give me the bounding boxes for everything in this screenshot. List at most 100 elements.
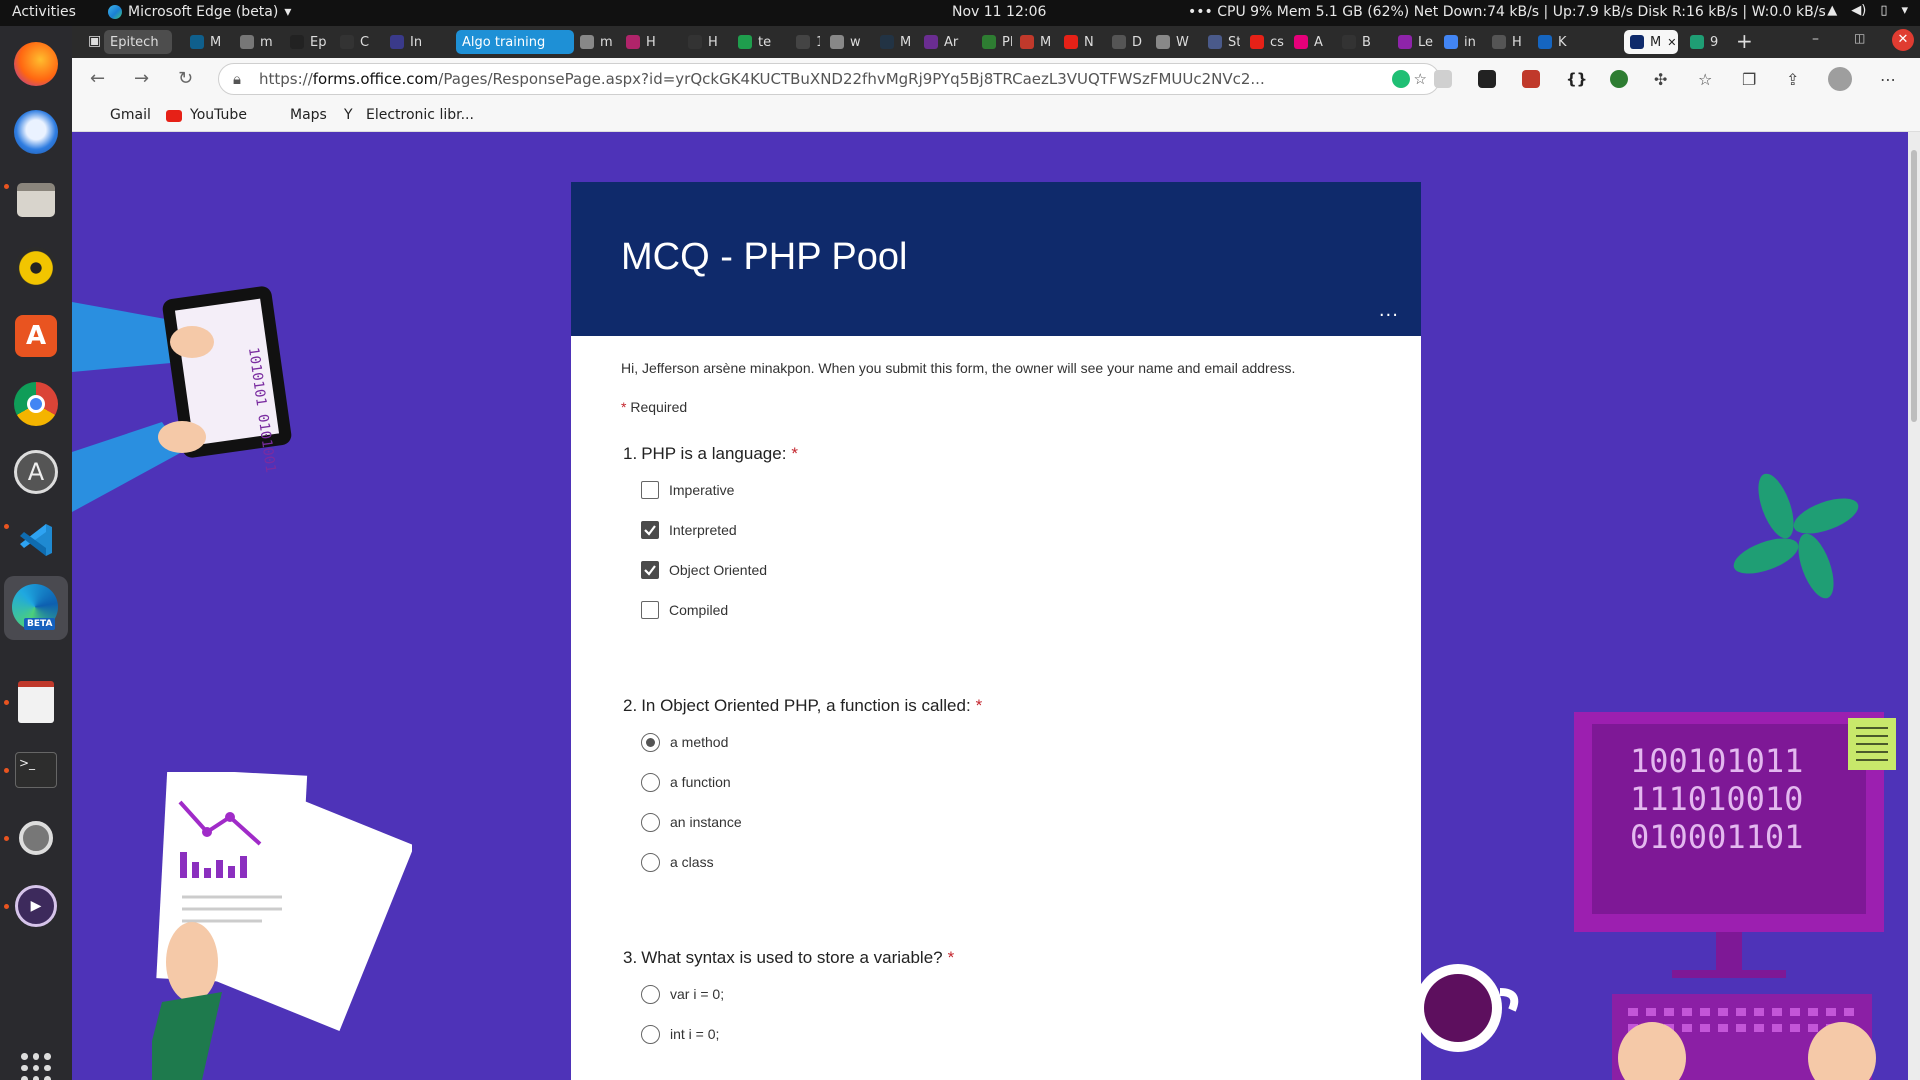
wifi-icon[interactable]: ▲ — [1827, 3, 1837, 18]
rhythmbox-launcher[interactable] — [12, 244, 60, 292]
json-icon[interactable]: {} — [1566, 70, 1587, 88]
radio-unselected[interactable] — [641, 984, 660, 1004]
browser-tab[interactable]: M — [184, 30, 228, 54]
close-window-button[interactable]: ✕ — [1892, 29, 1914, 51]
option-label[interactable]: var i = 0; — [670, 986, 724, 1002]
more-menu-icon[interactable]: ⋯ — [1880, 70, 1898, 89]
browser-tab[interactable]: B — [1336, 30, 1386, 54]
minimize-button[interactable]: – — [1812, 31, 1819, 47]
favorites-icon[interactable]: ☆ — [1698, 70, 1716, 89]
checkbox-unchecked[interactable] — [641, 601, 659, 619]
browser-tab[interactable]: C — [334, 30, 378, 54]
collections-icon[interactable]: ❐ — [1742, 70, 1760, 89]
radio-unselected[interactable] — [641, 772, 660, 792]
restore-button[interactable]: ◫ — [1854, 31, 1865, 45]
browser-tab[interactable]: H — [620, 30, 676, 54]
option-label[interactable]: Object Oriented — [669, 562, 767, 578]
favorite-star-icon[interactable]: ☆ — [1414, 64, 1427, 94]
checkbox-option[interactable]: Imperative — [641, 478, 734, 502]
checkbox-option[interactable]: Interpreted — [641, 518, 737, 542]
option-label[interactable]: an instance — [670, 814, 742, 830]
option-label[interactable]: Interpreted — [669, 522, 737, 538]
checkbox-option[interactable]: Compiled — [641, 598, 728, 622]
browser-tab[interactable]: in — [1438, 30, 1482, 54]
option-label[interactable]: a class — [670, 854, 714, 870]
chevron-down-icon[interactable]: ▾ — [1901, 3, 1908, 18]
browser-tab[interactable]: PI — [976, 30, 1012, 54]
document-viewer-launcher[interactable] — [12, 678, 60, 726]
clock[interactable]: Nov 11 12:06 — [952, 4, 1046, 20]
browser-tab[interactable]: W — [1150, 30, 1198, 54]
new-tab-button[interactable]: + — [1736, 29, 1753, 53]
bookmark-maps[interactable]: Maps — [290, 107, 327, 123]
updater-launcher[interactable]: A — [12, 448, 60, 496]
browser-tab[interactable]: m — [574, 30, 614, 54]
system-tray[interactable]: ▲ ◀) ▯ ▾ — [1827, 3, 1908, 18]
checkbox-checked[interactable] — [641, 561, 659, 579]
browser-tab[interactable]: Ep — [284, 30, 328, 54]
checkbox-checked[interactable] — [641, 521, 659, 539]
browser-tab[interactable]: 12 — [790, 30, 820, 54]
radio-option[interactable]: an instance — [641, 810, 742, 834]
browser-tab[interactable]: In — [384, 30, 428, 54]
radio-unselected[interactable] — [641, 1024, 660, 1044]
activities-button[interactable]: Activities — [12, 4, 76, 20]
option-label[interactable]: a method — [670, 734, 728, 750]
browser-tab[interactable]: M ✕ — [1624, 30, 1678, 54]
radio-option[interactable]: a function — [641, 770, 731, 794]
firefox-launcher[interactable] — [12, 40, 60, 88]
media-player-launcher[interactable]: ▶ — [12, 882, 60, 930]
vscode-launcher[interactable] — [12, 516, 60, 564]
browser-tab[interactable]: Le — [1392, 30, 1434, 54]
browser-tab[interactable]: te — [732, 30, 784, 54]
radio-unselected[interactable] — [641, 852, 660, 872]
browser-tab[interactable]: Epitech — [104, 30, 172, 54]
search-launcher[interactable] — [12, 814, 60, 862]
thunderbird-launcher[interactable] — [12, 108, 60, 156]
option-label[interactable]: Imperative — [669, 482, 734, 498]
option-label[interactable]: int i = 0; — [670, 1026, 719, 1042]
option-label[interactable]: a function — [670, 774, 731, 790]
reader-glasses-icon[interactable] — [1478, 70, 1496, 88]
bookmark-youtube[interactable]: YouTube — [190, 107, 247, 123]
browser-tab[interactable]: cs — [1244, 30, 1284, 54]
page-scrollbar[interactable] — [1908, 132, 1920, 1080]
share-icon[interactable]: ⇪ — [1786, 70, 1804, 89]
battery-icon[interactable]: ▯ — [1880, 3, 1887, 18]
chrome-launcher[interactable] — [12, 380, 60, 428]
radio-option[interactable]: a method — [641, 730, 728, 754]
bookmark-gmail[interactable]: Gmail — [110, 107, 151, 123]
volume-icon[interactable]: ◀) — [1851, 3, 1866, 18]
browser-tab[interactable]: 9 — [1684, 30, 1724, 54]
calendar-badge-icon[interactable] — [1522, 70, 1540, 88]
browser-tab[interactable]: A — [1288, 30, 1332, 54]
browser-tab[interactable]: Ar — [918, 30, 970, 54]
profile-avatar-icon[interactable] — [1828, 67, 1852, 91]
grammarly-icon[interactable] — [1392, 70, 1410, 88]
files-launcher[interactable] — [12, 176, 60, 224]
puzzle-icon[interactable]: ✣ — [1654, 70, 1672, 89]
browser-tab[interactable]: D — [1106, 30, 1146, 54]
browser-tab[interactable]: w — [824, 30, 868, 54]
forward-button[interactable]: → — [134, 68, 149, 89]
refresh-button[interactable]: ↻ — [178, 68, 193, 89]
tab-actions-icon[interactable]: ▣ — [88, 33, 101, 49]
browser-tab[interactable]: Algo training — [456, 30, 574, 54]
form-more-options-button[interactable]: ... — [1379, 300, 1399, 321]
browser-tab[interactable]: N — [1058, 30, 1100, 54]
option-label[interactable]: Compiled — [669, 602, 728, 618]
browser-tab[interactable]: H — [1486, 30, 1528, 54]
radio-unselected[interactable] — [641, 812, 660, 832]
browser-tab[interactable]: St — [1202, 30, 1240, 54]
show-apps-button[interactable] — [12, 1044, 60, 1080]
extension-icon[interactable] — [1434, 70, 1452, 88]
browser-tab[interactable]: M — [874, 30, 914, 54]
software-launcher[interactable]: A — [12, 312, 60, 360]
close-tab-icon[interactable]: ✕ — [1667, 36, 1676, 49]
bookmark-electronic-library[interactable]: Electronic libr... — [366, 107, 474, 123]
radio-option[interactable]: int i = 0; — [641, 1022, 719, 1046]
scrollbar-thumb[interactable] — [1911, 150, 1917, 422]
app-menu[interactable]: Microsoft Edge (beta) ▾ — [108, 4, 291, 20]
browser-tab[interactable]: K — [1532, 30, 1572, 54]
browser-tab[interactable]: M — [1014, 30, 1054, 54]
